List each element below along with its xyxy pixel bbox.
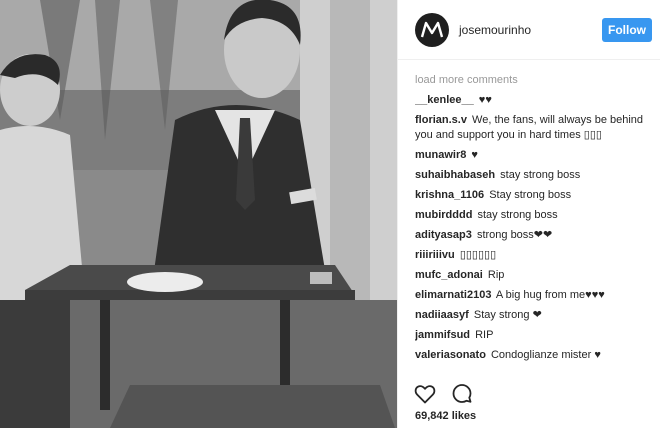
comment-item: adityasap3 strong boss❤❤ [415, 228, 647, 243]
comment-author[interactable]: adityasap3 [415, 229, 472, 241]
comment-item: suhaibhabaseh stay strong boss [415, 168, 647, 183]
comment-text: RIP [475, 329, 494, 341]
comments-list: load more comments __kenlee__ ♥♥ florian.… [415, 73, 647, 373]
comment-author[interactable]: valeriasonato [415, 349, 486, 361]
comment-text: Condoglianze mister ♥ [490, 349, 601, 361]
comment-author[interactable]: __kenlee__ [415, 94, 474, 106]
comment-text: Stay strong boss [489, 189, 572, 201]
heart-outline-icon[interactable] [413, 382, 437, 406]
comment-item: munawir8 ♥ [415, 148, 647, 163]
comment-author[interactable]: nadiiaasyf [415, 309, 469, 321]
comment-text: stay strong boss [500, 169, 581, 181]
post-actions [413, 382, 487, 406]
load-more-comments-link[interactable]: load more comments [415, 73, 647, 88]
post-photo[interactable] [0, 0, 398, 428]
speech-bubble-icon[interactable] [450, 382, 474, 406]
comment-author[interactable]: jammifsud [415, 329, 470, 341]
comment-text: A big hug from me♥♥♥ [495, 289, 605, 301]
post-header: josemourinho Follow [398, 0, 660, 60]
comment-item: mufc_adonai Rip [415, 268, 647, 283]
comment-item: mubirdddd stay strong boss [415, 208, 647, 223]
comment-text: ♥ [471, 149, 478, 161]
comment-item: riiiriiivu ▯▯▯▯▯▯ [415, 248, 647, 263]
likes-count[interactable]: 69,842 likes [415, 410, 476, 422]
comment-author[interactable]: elimarnati2103 [415, 289, 491, 301]
comment-author[interactable]: munawir8 [415, 149, 466, 161]
comment-author[interactable]: mubirdddd [415, 209, 472, 221]
comment-item: jammifsud RIP [415, 328, 647, 343]
comment-author[interactable]: florian.s.v [415, 114, 467, 126]
post-author-username[interactable]: josemourinho [459, 23, 531, 37]
comment-author[interactable]: krishna_1106 [415, 189, 484, 201]
josemourinho-logo-icon[interactable] [415, 12, 449, 47]
comment-text: ▯▯▯▯▯▯ [459, 249, 497, 261]
comment-item: valeriasonato Condoglianze mister ♥ [415, 348, 647, 363]
comment-item: nadiiaasyf Stay strong ❤ [415, 308, 647, 323]
jm-monogram-icon [420, 21, 444, 37]
comment-text: ♥♥ [478, 94, 492, 106]
comment-text: stay strong boss [477, 209, 558, 221]
comment-author[interactable]: mufc_adonai [415, 269, 483, 281]
comment-items: __kenlee__ ♥♥ florian.s.v We, the fans, w… [415, 93, 647, 363]
comment-author[interactable]: suhaibhabaseh [415, 169, 495, 181]
follow-button[interactable]: Follow [602, 18, 652, 42]
comment-text: Stay strong ❤ [473, 309, 542, 321]
comment-item: krishna_1106 Stay strong boss [415, 188, 647, 203]
instagram-post: josemourinho Follow load more comments _… [0, 0, 660, 428]
comment-author[interactable]: riiiriiivu [415, 249, 455, 261]
vintage-photo-illustration [0, 0, 397, 428]
comment-item: __kenlee__ ♥♥ [415, 93, 647, 108]
post-side-panel: josemourinho Follow load more comments _… [398, 0, 660, 428]
comment-text: Rip [487, 269, 505, 281]
comment-text: strong boss❤❤ [476, 229, 553, 241]
comment-item: elimarnati2103 A big hug from me♥♥♥ [415, 288, 647, 303]
comment-item: florian.s.v We, the fans, will always be… [415, 113, 647, 143]
